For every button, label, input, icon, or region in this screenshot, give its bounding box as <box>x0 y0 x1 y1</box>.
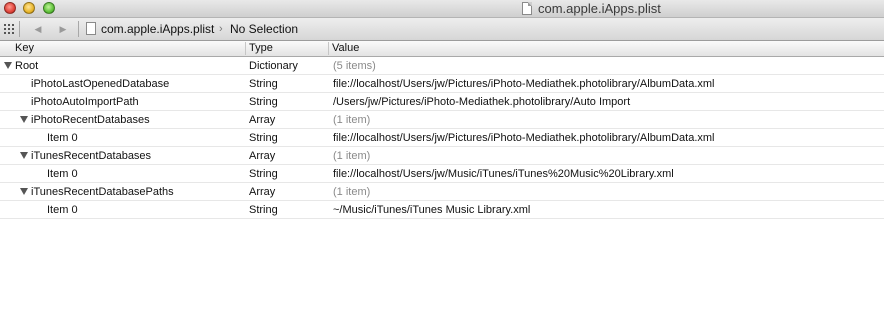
column-divider[interactable] <box>328 42 329 55</box>
column-header: Key Type Value <box>0 41 884 57</box>
back-arrow-icon[interactable]: ◀ <box>32 23 44 35</box>
row-type[interactable]: Array <box>249 149 275 163</box>
forward-arrow-icon[interactable]: ▶ <box>57 23 69 35</box>
row-type[interactable]: String <box>249 203 278 217</box>
row-type[interactable]: String <box>249 77 278 91</box>
column-divider[interactable] <box>245 42 246 55</box>
row-value: (1 item) <box>333 150 371 162</box>
disclosure-triangle-icon[interactable] <box>20 116 28 123</box>
plist-row-root[interactable]: Root Dictionary (5 items) <box>0 57 884 75</box>
row-value[interactable]: file://localhost/Users/jw/Pictures/iPhot… <box>333 77 715 91</box>
plist-row[interactable]: iTunesRecentDatabasePaths Array (1 item) <box>0 183 884 201</box>
row-key[interactable]: iTunesRecentDatabases <box>31 149 151 163</box>
disclosure-triangle-icon[interactable] <box>20 188 28 195</box>
plist-row[interactable]: iTunesRecentDatabases Array (1 item) <box>0 147 884 165</box>
toolbar-divider <box>19 21 20 37</box>
row-value: (1 item) <box>333 186 371 198</box>
close-window-button[interactable] <box>4 2 16 14</box>
row-key[interactable]: Item 0 <box>47 203 78 217</box>
column-header-key[interactable]: Key <box>15 42 34 55</box>
plist-row[interactable]: Item 0 String file://localhost/Users/jw/… <box>0 129 884 147</box>
column-header-value[interactable]: Value <box>332 42 359 55</box>
row-value[interactable]: file://localhost/Users/jw/Music/iTunes/i… <box>333 167 674 181</box>
disclosure-triangle-icon[interactable] <box>20 152 28 159</box>
row-key[interactable]: Root <box>15 59 38 73</box>
row-type[interactable]: String <box>249 167 278 181</box>
row-value[interactable]: file://localhost/Users/jw/Pictures/iPhot… <box>333 131 715 145</box>
row-value: (1 item) <box>333 114 371 126</box>
path-selection-item[interactable]: No Selection <box>230 22 298 36</box>
row-type[interactable]: Array <box>249 185 275 199</box>
row-key[interactable]: iPhotoRecentDatabases <box>31 113 150 127</box>
document-icon[interactable] <box>522 2 532 15</box>
row-key[interactable]: Item 0 <box>47 167 78 181</box>
minimize-window-button[interactable] <box>23 2 35 14</box>
column-header-type[interactable]: Type <box>249 42 273 55</box>
row-type[interactable]: String <box>249 95 278 109</box>
plist-outline: Root Dictionary (5 items) iPhotoLastOpen… <box>0 57 884 219</box>
row-type[interactable]: String <box>249 131 278 145</box>
plist-row[interactable]: Item 0 String file://localhost/Users/jw/… <box>0 165 884 183</box>
window-title: com.apple.iApps.plist <box>538 1 661 16</box>
row-key[interactable]: iTunesRecentDatabasePaths <box>31 185 174 199</box>
window-title-group: com.apple.iApps.plist <box>522 0 661 17</box>
path-chevron-icon: › <box>219 23 223 35</box>
row-type[interactable]: Dictionary <box>249 59 298 73</box>
row-type[interactable]: Array <box>249 113 275 127</box>
plist-row[interactable]: Item 0 String ~/Music/iTunes/iTunes Musi… <box>0 201 884 219</box>
row-key[interactable]: iPhotoAutoImportPath <box>31 95 139 109</box>
row-value[interactable]: /Users/jw/Pictures/iPhoto-Mediathek.phot… <box>333 95 630 109</box>
title-bar: com.apple.iApps.plist <box>0 0 884 18</box>
plist-row[interactable]: iPhotoLastOpenedDatabase String file://l… <box>0 75 884 93</box>
path-bar: ◀ ▶ com.apple.iApps.plist › No Selection <box>0 18 884 41</box>
plist-row[interactable]: iPhotoAutoImportPath String /Users/jw/Pi… <box>0 93 884 111</box>
row-key[interactable]: Item 0 <box>47 131 78 145</box>
row-key[interactable]: iPhotoLastOpenedDatabase <box>31 77 169 91</box>
toolbar-divider <box>78 21 79 37</box>
related-items-grid-icon[interactable] <box>4 24 14 34</box>
plist-file-icon <box>86 22 96 35</box>
row-value: (5 items) <box>333 60 376 72</box>
plist-row[interactable]: iPhotoRecentDatabases Array (1 item) <box>0 111 884 129</box>
path-file-item[interactable]: com.apple.iApps.plist <box>101 22 214 36</box>
zoom-window-button[interactable] <box>43 2 55 14</box>
disclosure-triangle-icon[interactable] <box>4 62 12 69</box>
row-value[interactable]: ~/Music/iTunes/iTunes Music Library.xml <box>333 203 530 217</box>
